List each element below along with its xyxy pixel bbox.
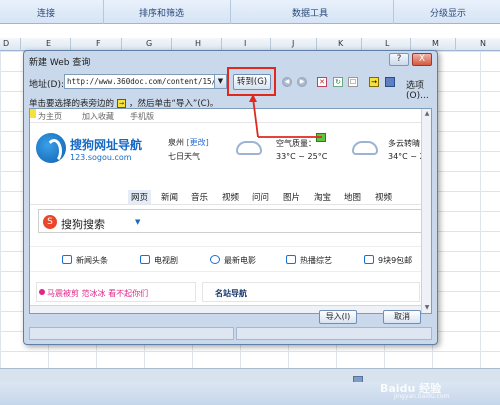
annotation-arrow — [249, 94, 322, 138]
watermark-url: jingyan.baidu.com — [394, 393, 450, 400]
